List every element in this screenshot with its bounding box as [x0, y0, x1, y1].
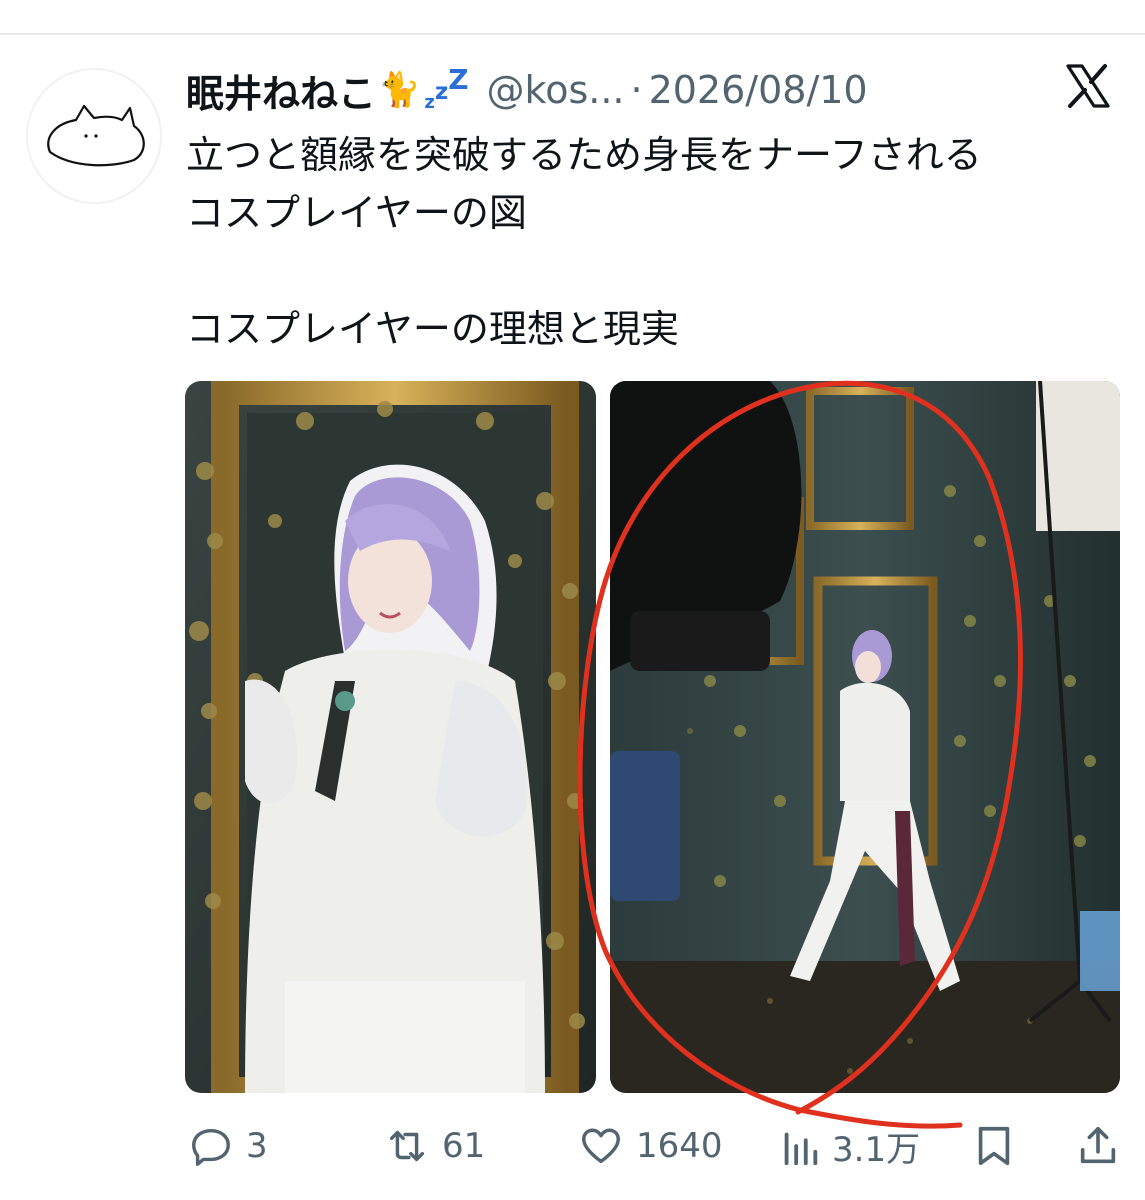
reply-button[interactable]: 3 [188, 1118, 268, 1174]
tweet-text-line: 立つと額縁を突破するため身長をナーフされる [186, 133, 982, 177]
bookmark-icon [978, 1126, 1010, 1166]
tweet-text-blank-line [186, 242, 1116, 300]
repost-count: 61 [442, 1126, 486, 1166]
repost-arrows-icon [389, 1130, 425, 1162]
post-date[interactable]: 2026/08/10 [649, 68, 868, 112]
tweet-text: 立つと額縁を突破するため身長をナーフされる コスプレイヤーの図 コスプレイヤーの… [186, 126, 1116, 358]
display-name[interactable]: 眠井ねねこ [186, 63, 376, 118]
like-button[interactable]: 1640 [578, 1118, 723, 1174]
reply-count: 3 [246, 1126, 268, 1166]
dot-separator: · [630, 68, 643, 112]
heart-icon [582, 1128, 620, 1164]
tweet-text-line: コスプレイヤーの図 [186, 191, 527, 235]
share-upload-icon [1080, 1126, 1116, 1164]
avatar[interactable] [26, 68, 162, 204]
cat-doodle-icon [47, 104, 145, 167]
action-bar: 3 61 1640 3.1万 [186, 1118, 1116, 1174]
cat-emoji-icon: 🐈 [378, 70, 421, 110]
repost-button[interactable]: 61 [384, 1118, 485, 1174]
tweet-header: 眠井ねねこ 🐈 z z Z @kos... · 2026/08/10 [186, 58, 868, 122]
views-count: 3.1万 [832, 1129, 921, 1170]
views-button[interactable]: 3.1万 [780, 1118, 920, 1174]
x-logo-icon[interactable] [1064, 62, 1112, 110]
user-handle[interactable]: @kos... [487, 68, 625, 112]
share-button[interactable] [1076, 1118, 1120, 1174]
cosplay-closeup-photo[interactable] [185, 381, 596, 1093]
speech-bubble-icon [192, 1128, 230, 1166]
tweet-card: 眠井ねねこ 🐈 z z Z @kos... · 2026/08/10 立つと額縁… [0, 0, 1145, 1200]
sleep-zzz-icon: z z Z [424, 63, 469, 113]
cosplay-studio-photo[interactable] [610, 381, 1120, 1093]
tweet-text-line: コスプレイヤーの理想と現実 [186, 307, 679, 351]
bar-chart-icon [784, 1132, 818, 1166]
bookmark-button[interactable] [972, 1118, 1016, 1174]
like-count: 1640 [636, 1126, 723, 1166]
